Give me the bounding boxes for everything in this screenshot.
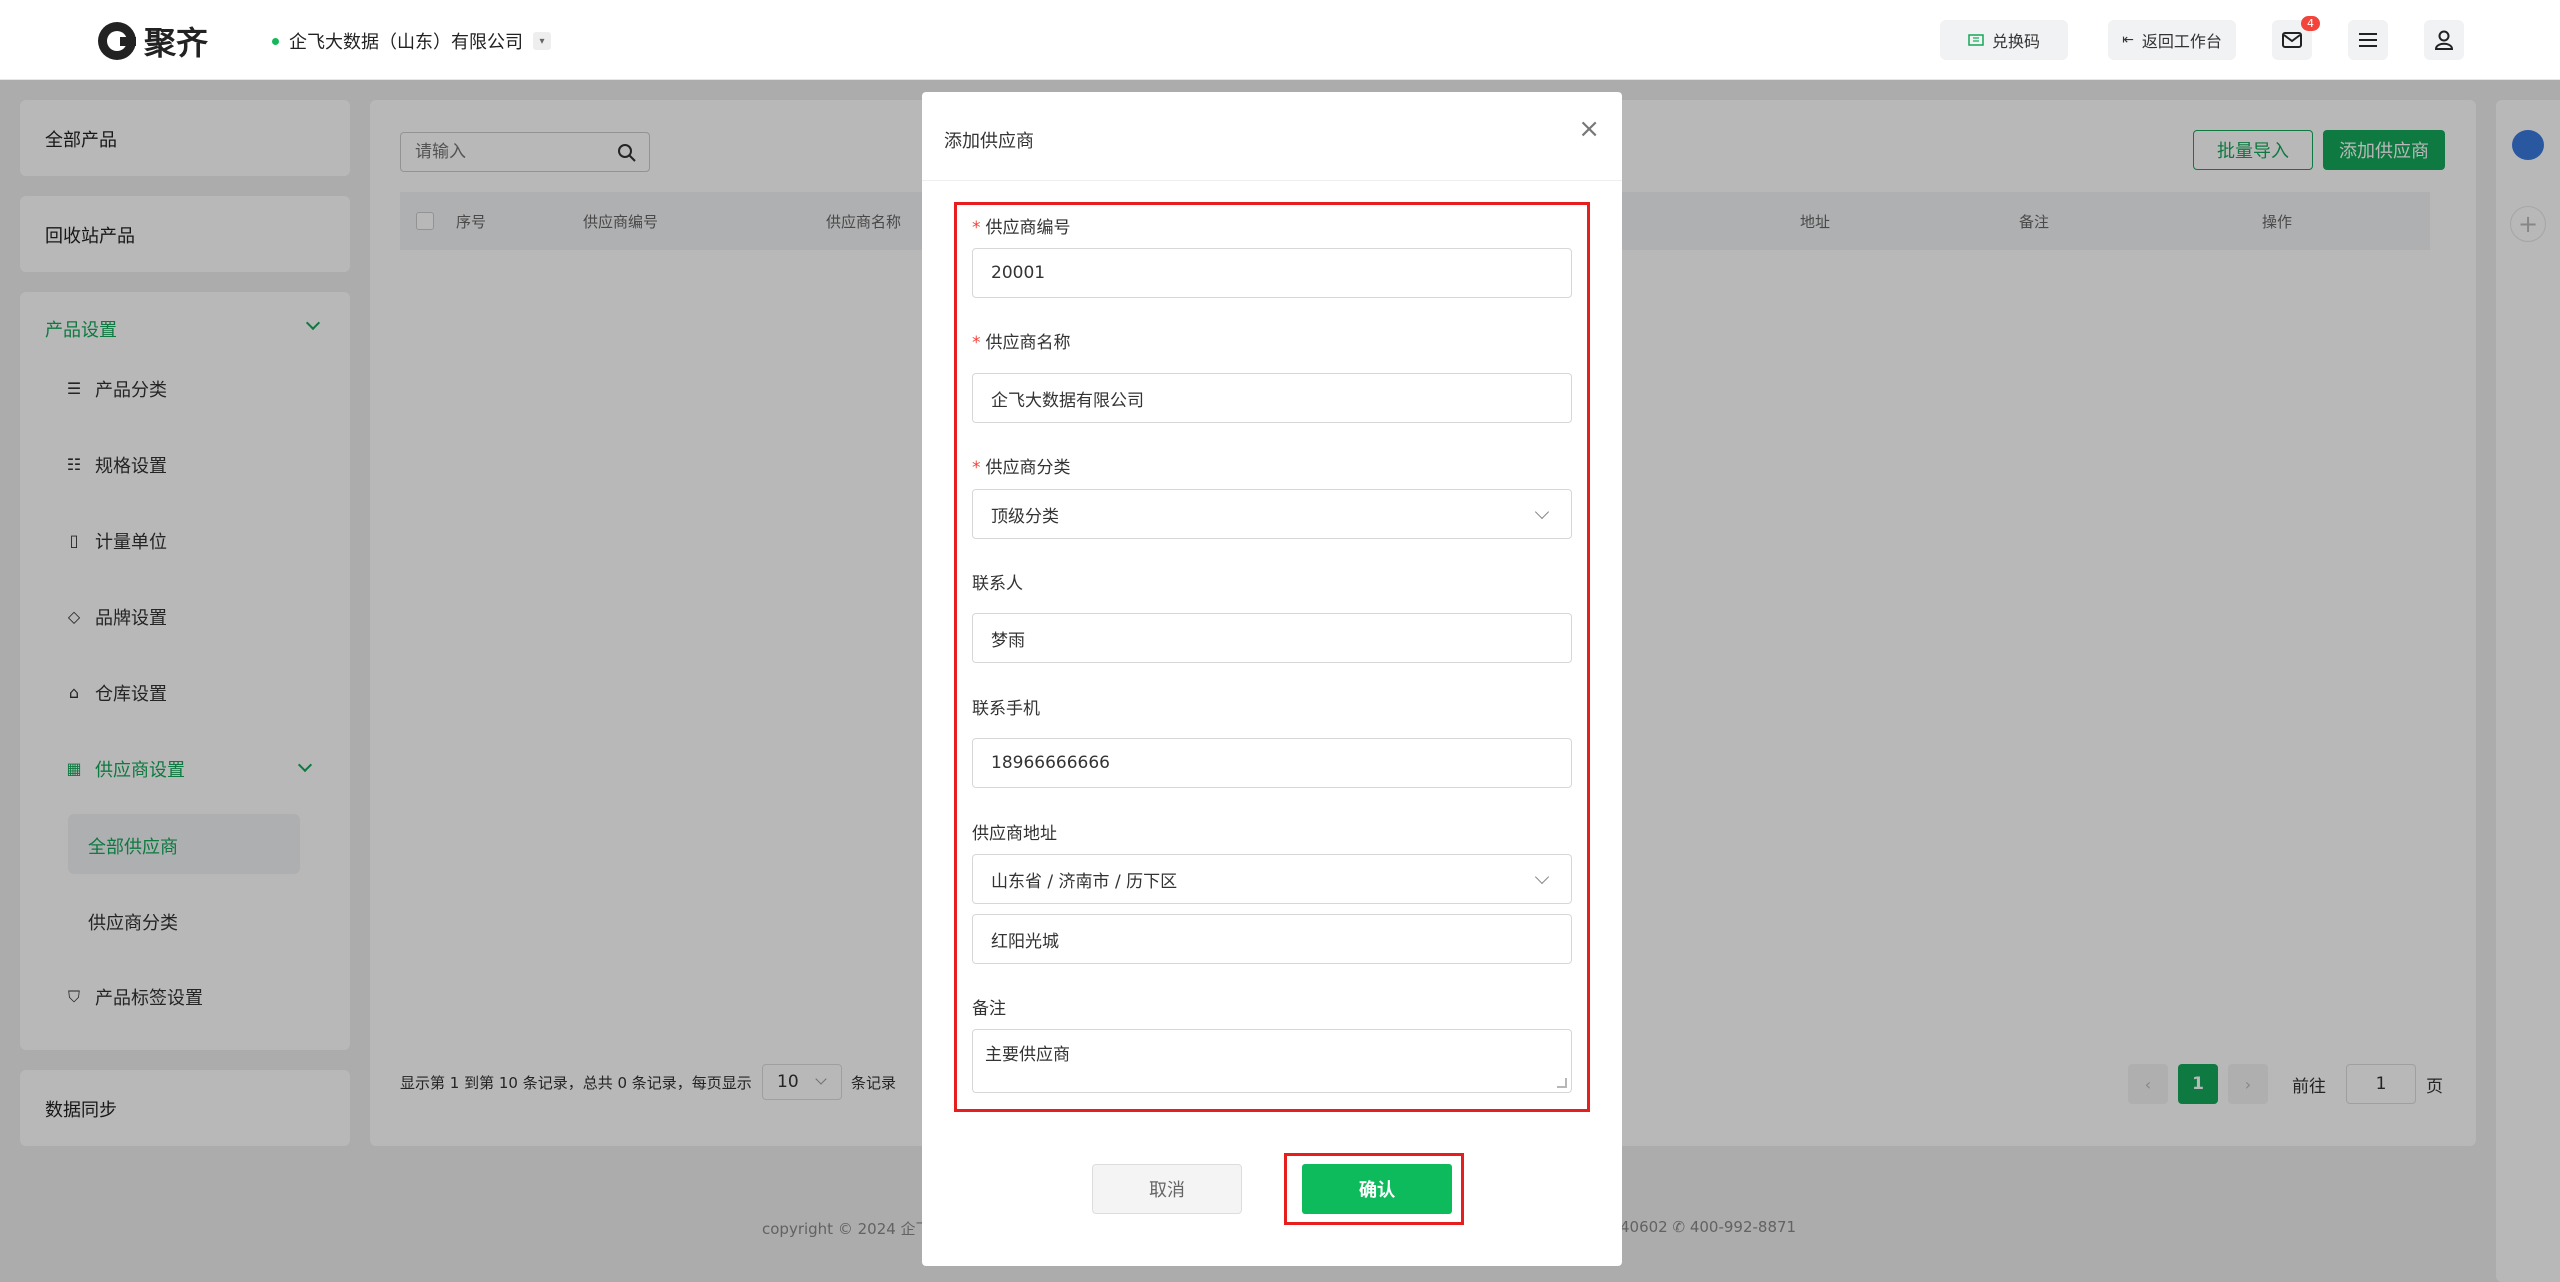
region-select[interactable]: 山东省 / 济南市 / 历下区 [972, 854, 1572, 904]
supplier-name-input[interactable]: 企飞大数据有限公司 [972, 373, 1572, 423]
menu-button[interactable] [2348, 20, 2388, 60]
add-supplier-dialog: 添加供应商 × * 供应商编号 20001 * 供应商名称 企飞大数据有限公司 * 供… [922, 92, 1622, 1266]
cancel-button[interactable]: 取消 [1092, 1164, 1242, 1214]
mail-icon [2282, 32, 2302, 48]
supplier-code-input[interactable]: 20001 [972, 248, 1572, 298]
supplier-code-label: * 供应商编号 [972, 218, 1071, 238]
divider [922, 180, 1622, 181]
supplier-category-value: 顶级分类 [991, 506, 1059, 527]
close-icon[interactable]: × [1578, 116, 1600, 142]
phone-label: 联系手机 [972, 699, 1040, 719]
mail-badge: 4 [2301, 16, 2320, 31]
contact-input[interactable]: 梦雨 [972, 613, 1572, 663]
dialog-title: 添加供应商 [944, 131, 1034, 152]
logo-text: 聚齐 [144, 24, 209, 62]
address-label: 供应商地址 [972, 824, 1057, 844]
confirm-button[interactable]: 确认 [1302, 1164, 1452, 1214]
address-detail-input[interactable]: 红阳光城 [972, 914, 1572, 964]
menu-icon [2359, 33, 2377, 47]
status-dot-icon [272, 37, 279, 45]
supplier-name-label: * 供应商名称 [972, 333, 1071, 353]
return-workbench-label: 返回工作台 [2141, 32, 2222, 51]
contact-label: 联系人 [972, 574, 1023, 594]
return-workbench-button[interactable]: ⇤ 返回工作台 [2108, 20, 2236, 60]
user-button[interactable] [2424, 20, 2464, 60]
mail-button[interactable]: 4 [2272, 16, 2320, 60]
company-name: 企飞大数据（山东）有限公司 [289, 32, 523, 53]
company-switcher[interactable]: 企飞大数据（山东）有限公司 ▾ [272, 28, 551, 54]
remark-label: 备注 [972, 999, 1006, 1019]
remark-textarea[interactable]: 主要供应商 [972, 1029, 1572, 1093]
switch-company-icon[interactable]: ▾ [533, 32, 551, 50]
redeem-code-button[interactable]: 兑换码 [1940, 20, 2068, 60]
top-header: 聚齐 企飞大数据（山东）有限公司 ▾ 兑换码 ⇤ 返回工作台 4 [0, 0, 2560, 80]
chevron-down-icon [1534, 869, 1550, 885]
resize-handle-icon[interactable] [1557, 1078, 1567, 1088]
redeem-code-label: 兑换码 [1991, 32, 2040, 51]
remark-value: 主要供应商 [985, 1045, 1070, 1065]
logo-icon [98, 22, 136, 60]
region-value: 山东省 / 济南市 / 历下区 [991, 871, 1178, 892]
phone-input[interactable]: 18966666666 [972, 738, 1572, 788]
chevron-down-icon [1534, 504, 1550, 520]
ticket-icon [1968, 34, 1984, 46]
supplier-category-label: * 供应商分类 [972, 458, 1071, 478]
return-icon: ⇤ [2122, 32, 2134, 48]
logo[interactable]: 聚齐 [98, 18, 208, 64]
user-icon [2434, 30, 2454, 50]
supplier-category-select[interactable]: 顶级分类 [972, 489, 1572, 539]
